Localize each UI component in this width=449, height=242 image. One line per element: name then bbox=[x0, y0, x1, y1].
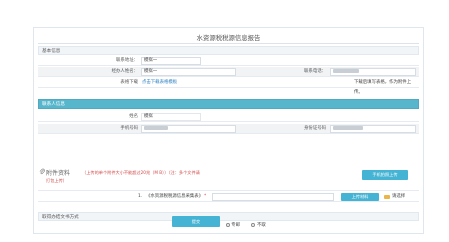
required-mark: * bbox=[204, 194, 207, 199]
id-number-label: 身份证号码 bbox=[304, 126, 326, 131]
submit-button[interactable]: 提交 bbox=[172, 216, 220, 227]
report-form: 水资源税税源信息报告 基本信息 联系地址： 模拟一 经办人姓名： 模拟一 联系电… bbox=[33, 27, 424, 234]
pickup-option-none[interactable]: 不取 bbox=[251, 221, 266, 231]
document-row: 1. 《水资源税税源信息采集表》 * 上传材料 请选择 bbox=[38, 191, 419, 202]
pickup-option-mail[interactable]: 专邮 bbox=[225, 221, 240, 231]
contact-address-input[interactable]: 模拟一 bbox=[141, 57, 201, 65]
upload-material-button[interactable]: 上传材料 bbox=[341, 192, 379, 201]
operator-name-label: 经办人姓名： bbox=[111, 69, 138, 74]
form-download-label: 表格下载 bbox=[120, 80, 138, 85]
page-title: 水资源税税源信息报告 bbox=[196, 34, 261, 42]
operator-name-input[interactable]: 模拟一 bbox=[141, 68, 236, 76]
radio-button[interactable] bbox=[251, 222, 256, 227]
pickup-method-header: 取得办结文书方式 bbox=[38, 212, 419, 221]
redacted-phone bbox=[333, 69, 359, 73]
form-download-hint: 下载后填写表格，作为附件上传。 bbox=[354, 80, 412, 95]
folder-icon[interactable] bbox=[384, 194, 390, 199]
document-name: 《水资源税税源信息采集表》 bbox=[146, 194, 204, 199]
attachments-title: 附件资料 bbox=[46, 170, 71, 177]
contact-name-row: 姓名 模拟 bbox=[38, 112, 419, 122]
form-download-link[interactable]: 点击下载表格模板 bbox=[142, 78, 177, 88]
document-index: 1. bbox=[138, 194, 143, 199]
redacted-mobile bbox=[144, 126, 168, 130]
operator-row: 经办人姓名： 模拟一 联系电话： bbox=[38, 67, 419, 77]
mobile-upload-button[interactable]: 手机拍照上传 bbox=[362, 170, 408, 180]
contact-person-header: 联系人信息 bbox=[38, 99, 419, 109]
document-file-input[interactable] bbox=[212, 192, 334, 201]
contact-phone-input[interactable] bbox=[330, 68, 416, 76]
radio-button[interactable] bbox=[225, 222, 230, 227]
contact-ids-row: 手机号码 身份证号码 bbox=[38, 124, 419, 134]
paperclip-icon bbox=[39, 168, 45, 175]
select-file-label[interactable]: 请选择 bbox=[392, 191, 405, 202]
redacted-id bbox=[333, 126, 363, 130]
mobile-input[interactable] bbox=[141, 125, 236, 133]
contact-name-label: 姓名 bbox=[129, 114, 138, 119]
mobile-label: 手机号码 bbox=[120, 126, 138, 131]
id-number-input[interactable] bbox=[330, 125, 416, 133]
attachments-section: 附件资料 （上传的单个附件大小不能超过20兆（M B））（注：多个文件请 打包上… bbox=[38, 165, 419, 191]
form-download-row: 表格下载 点击下载表格模板 下载后填写表格，作为附件上传。 bbox=[38, 78, 419, 95]
contact-phone-label: 联系电话： bbox=[304, 69, 326, 74]
pickup-method-options: 上门自取 专邮 不取 bbox=[38, 221, 419, 231]
contact-address-label: 联系地址： bbox=[116, 58, 138, 63]
attachments-pack-note: 打包上传） bbox=[46, 178, 67, 183]
contact-name-input[interactable]: 模拟 bbox=[141, 113, 201, 121]
basic-info-header: 基本信息 bbox=[38, 46, 419, 55]
contact-address-row: 联系地址： 模拟一 bbox=[38, 56, 419, 66]
attachments-size-note: （上传的单个附件大小不能超过20兆（M B））（注：多个文件请 bbox=[82, 169, 200, 175]
title-divider bbox=[38, 43, 419, 44]
